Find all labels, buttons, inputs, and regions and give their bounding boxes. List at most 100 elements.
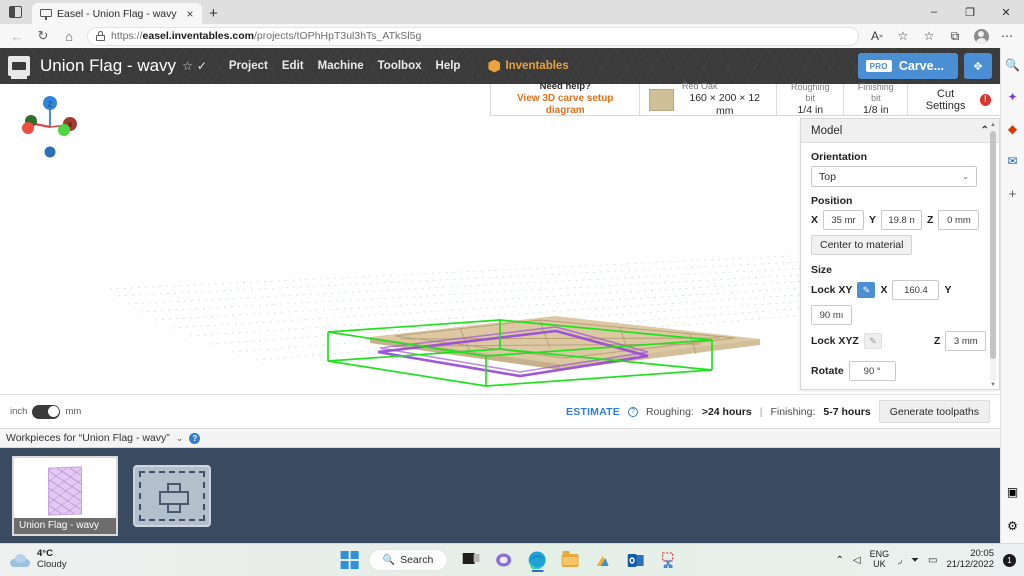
- size-z-input[interactable]: 3 mm: [945, 331, 987, 351]
- notification-badge[interactable]: 1: [1003, 553, 1016, 567]
- outlook-icon[interactable]: ✉: [1004, 152, 1022, 170]
- need-help-title: Need help?: [539, 81, 591, 93]
- scroll-down-icon[interactable]: ▼: [989, 381, 997, 389]
- app-header: Union Flag - wavy ☆ ✓ Project Edit Machi…: [0, 48, 1000, 84]
- model-panel-header[interactable]: Model ⌃: [801, 119, 999, 143]
- battery-icon[interactable]: ▭: [928, 555, 937, 566]
- finishing-bit-value: 1/8 in: [862, 104, 889, 117]
- favorite-add-icon[interactable]: ☆: [890, 25, 916, 47]
- fullscreen-button[interactable]: ✥: [964, 53, 992, 79]
- maximize-icon[interactable]: ❐: [952, 0, 988, 24]
- tab-sidebar-toggle-icon[interactable]: [0, 0, 30, 24]
- add-sidebar-icon[interactable]: +: [1004, 184, 1022, 202]
- menu-edit[interactable]: Edit: [282, 60, 304, 72]
- volume-muted-icon[interactable]: ⏷: [911, 555, 919, 566]
- position-x-input[interactable]: 35 mr: [823, 210, 865, 230]
- task-view-icon[interactable]: [457, 547, 485, 573]
- generate-toolpaths-button[interactable]: Generate toolpaths: [878, 400, 990, 423]
- finishing-bit-cell[interactable]: Finishing bit 1/8 in: [844, 81, 909, 117]
- search-icon[interactable]: 🔍: [1004, 56, 1022, 74]
- language-indicator[interactable]: ENG UK: [870, 549, 890, 570]
- browser-tab[interactable]: Easel - Union Flag - wavy ×: [32, 3, 202, 24]
- alert-icon: !: [979, 93, 992, 106]
- chevron-up-icon[interactable]: ⌃: [981, 125, 989, 136]
- file-explorer-icon[interactable]: [556, 547, 584, 573]
- estimate-finishing-label: Finishing:: [770, 405, 816, 418]
- menu-help[interactable]: Help: [436, 60, 461, 72]
- inventables-link[interactable]: Inventables: [488, 59, 569, 73]
- browser-tab-title: Easel - Union Flag - wavy: [57, 7, 177, 20]
- menu-toolbox[interactable]: Toolbox: [378, 60, 422, 72]
- sidebar-toggle-icon[interactable]: ▣: [1004, 483, 1022, 501]
- start-button-icon[interactable]: [340, 551, 359, 569]
- estimate-help-icon[interactable]: ?: [627, 406, 638, 417]
- size-x-input[interactable]: 160.4: [892, 280, 940, 300]
- material-cell[interactable]: Red Oak 160 × 200 × 12 mm: [640, 80, 778, 117]
- finishing-bit-label: Finishing bit: [857, 81, 894, 103]
- menu-machine[interactable]: Machine: [318, 60, 364, 72]
- need-help-cell[interactable]: Need help? View 3D carve setup diagram: [491, 81, 641, 118]
- chat-icon[interactable]: [490, 547, 518, 573]
- office-icon[interactable]: ◆: [1004, 120, 1022, 138]
- orientation-select[interactable]: Top ⌄: [811, 166, 977, 187]
- size-y-input[interactable]: 90 mı: [811, 305, 852, 325]
- add-workpiece-button[interactable]: [133, 464, 211, 527]
- edge-sidebar-bottom: ▣ ⚙: [1004, 483, 1022, 535]
- network-send-icon[interactable]: ◁: [853, 555, 861, 566]
- estimate-roughing-label: Roughing:: [645, 405, 694, 418]
- model-panel-scrollbar[interactable]: ▲ ▼: [989, 121, 997, 389]
- lock-icon: [96, 31, 105, 41]
- carve-setup-diagram-link[interactable]: View 3D carve setup diagram: [500, 93, 630, 118]
- rotate-input[interactable]: 90 °: [848, 361, 896, 381]
- lock-xyz-icon[interactable]: ✎: [863, 333, 882, 349]
- avatar[interactable]: [968, 25, 994, 47]
- menu-project[interactable]: Project: [229, 60, 268, 72]
- copilot-icon[interactable]: ✦: [1004, 88, 1022, 106]
- material-name: Red Oak: [681, 80, 718, 91]
- help-icon[interactable]: ?: [189, 432, 201, 444]
- clock[interactable]: 20:05 21/12/2022: [946, 548, 994, 571]
- settings-icon[interactable]: ⚙: [1004, 517, 1022, 535]
- favorite-star-icon[interactable]: ☆: [182, 59, 193, 73]
- home-icon[interactable]: ⌂: [56, 25, 82, 47]
- tray-overflow-icon[interactable]: ⌃: [836, 555, 844, 566]
- weather-condition: Cloudy: [37, 559, 67, 570]
- favorites-icon[interactable]: ☆: [916, 25, 942, 47]
- collections-icon[interactable]: ⧉: [942, 25, 968, 47]
- store-icon[interactable]: [589, 547, 617, 573]
- edge-sidebar: 🔍 ✦ ◆ ✉ + ▣ ⚙: [1000, 48, 1024, 543]
- window-close-icon[interactable]: ✕: [988, 0, 1024, 24]
- size-z-row: Lock XYZ ✎ Z 3 mm: [811, 331, 989, 351]
- carve-button[interactable]: PRO Carve...: [857, 53, 958, 79]
- scrollbar-thumb[interactable]: [990, 131, 996, 359]
- list-item[interactable]: Union Flag - wavy: [12, 455, 118, 536]
- outlook-icon[interactable]: [622, 547, 650, 573]
- snipping-tool-icon[interactable]: [655, 547, 683, 573]
- cut-settings-cell[interactable]: Cut Settings !: [908, 84, 1000, 115]
- taskbar-search[interactable]: 🔍 Search: [368, 549, 448, 571]
- size-label: Size: [811, 264, 833, 276]
- more-icon[interactable]: ⋯: [994, 25, 1020, 47]
- edge-icon[interactable]: [523, 547, 551, 573]
- position-y-input[interactable]: 19.8 n: [881, 210, 923, 230]
- refresh-icon[interactable]: ↻: [30, 25, 56, 47]
- wifi-icon[interactable]: ◞: [898, 555, 902, 566]
- weather-widget[interactable]: 4°C Cloudy: [0, 548, 67, 571]
- model-panel-body: Orientation Top ⌄ Position X 35 mr Y 19.…: [801, 143, 999, 389]
- chevron-down-icon[interactable]: ⌄: [176, 433, 184, 444]
- position-z-input[interactable]: 0 mm: [938, 210, 980, 230]
- unit-inch-label: inch: [10, 406, 28, 417]
- unit-toggle[interactable]: inch mm: [10, 404, 81, 419]
- minimize-icon[interactable]: –: [916, 0, 952, 24]
- back-icon[interactable]: ←: [4, 25, 30, 47]
- lock-xy-icon[interactable]: ✎: [857, 282, 876, 298]
- read-aloud-icon[interactable]: A»: [864, 25, 890, 47]
- new-tab-button[interactable]: +: [209, 5, 218, 24]
- address-bar[interactable]: https://easel.inventables.com/projects/t…: [87, 26, 859, 46]
- unit-toggle-switch[interactable]: [32, 404, 61, 419]
- roughing-bit-cell[interactable]: Roughing bit 1/4 in: [777, 82, 845, 116]
- position-row: X 35 mr Y 19.8 n Z 0 mm: [811, 210, 989, 230]
- scroll-up-icon[interactable]: ▲: [989, 121, 997, 129]
- center-to-material-button[interactable]: Center to material: [811, 235, 913, 255]
- close-icon[interactable]: ×: [183, 8, 197, 20]
